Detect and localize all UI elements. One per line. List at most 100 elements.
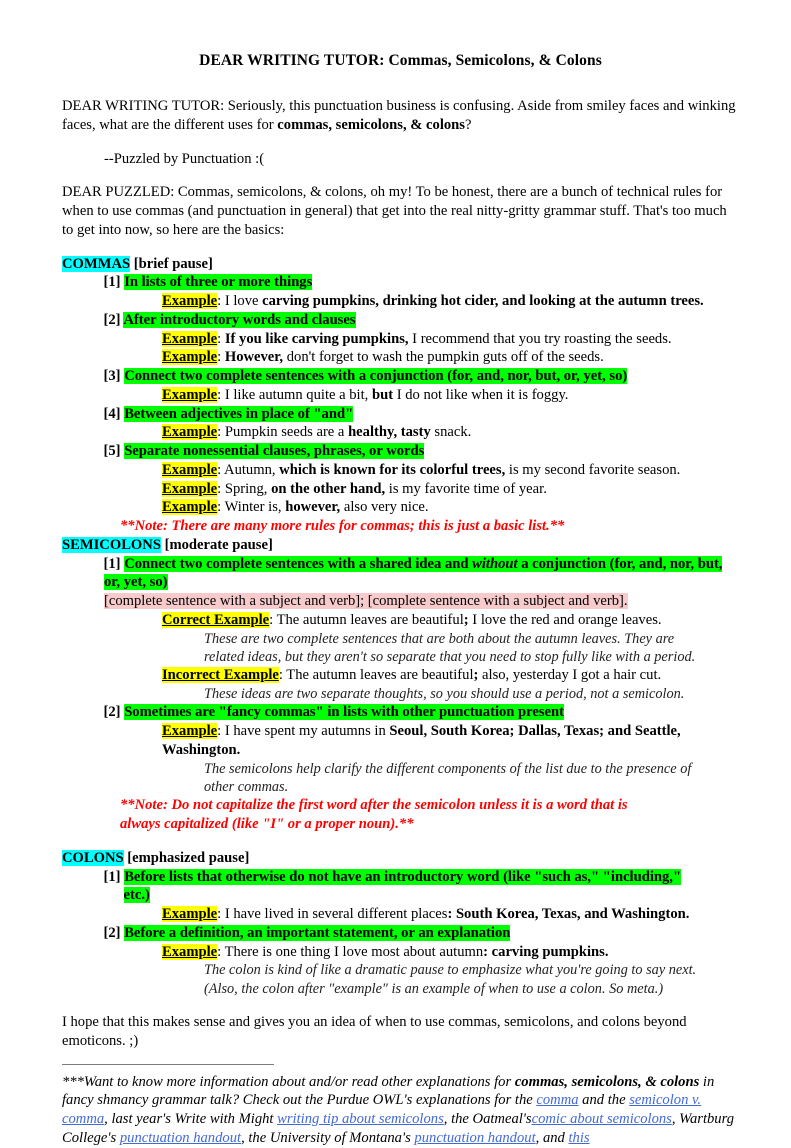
rule-text: Connect two complete sentences with a sh… [104,555,723,591]
colons-rule-2-explanation-line-1: The colon is kind of like a dramatic pau… [204,962,697,979]
example-post: is my favorite time of year. [385,480,547,497]
rule-number: [2] [103,311,121,328]
commas-rule-5-example-3: Example: Winter is, however, also very n… [62,498,739,517]
footer-seg-8: , and [535,1129,569,1146]
rule-number: [2] [103,924,121,941]
incorrect-example-label: Incorrect Example [162,667,279,684]
section-heading-commas-suffix: [brief pause] [130,255,213,272]
example-post: is my second favorite season. [505,461,681,478]
rule-text: Before a definition, an important statem… [124,924,511,941]
semicolons-formula: [complete sentence with a subject and ve… [62,592,739,611]
example-label: Example [162,723,218,740]
closing-paragraph: I hope that this makes sense and gives y… [62,1014,687,1049]
commas-rule-4-example-1: Example: Pumpkin seeds are a healthy, ta… [62,423,739,442]
correct-example-post: I love the red and orange leaves. [468,611,662,628]
intro-question: DEAR WRITING TUTOR: Seriously, this punc… [62,97,739,135]
footer-seg-7: , the University of Montana's [241,1129,415,1146]
example-post: I recommend that you try roasting the se… [408,330,672,347]
semicolons-rule-2: [2] Sometimes are "fancy commas" in list… [62,703,739,722]
commas-rule-5-example-2: Example: Spring, on the other hand, is m… [62,480,739,499]
example-bold: but [371,386,394,403]
example-pre: : I have lived in several different plac… [217,906,448,923]
rule-text: After introductory words and clauses [123,311,356,328]
semicolons-rule-2-example-cont: Washington. [62,741,739,760]
semicolons-note-line-1: **Note: Do not capitalize the first word… [120,797,628,814]
section-heading-colons: COLONS [emphasized pause] [62,849,739,868]
page-title: DEAR WRITING TUTOR: Commas, Semicolons, … [199,52,602,69]
example-label: Example [162,424,218,441]
rule-text-line-2: etc.) [123,887,150,904]
correct-example-label: Correct Example [162,611,270,628]
commas-rule-3: [3] Connect two complete sentences with … [62,367,739,386]
footer-bold-1: commas, semicolons, & colons [514,1073,700,1090]
example-post: I do not like when it is foggy. [393,386,569,403]
link-comma[interactable]: comma [536,1092,578,1108]
example-bold: however, [285,499,341,516]
intro-signature: --Puzzled by Punctuation :( [104,150,265,167]
example-label: Example [162,499,218,516]
example-pre: : Winter is, [217,499,286,516]
example-post: don't forget to wash the pumpkin guts of… [283,349,604,366]
semicolons-rule-1: [1] Connect two complete sentences with … [62,555,739,593]
footer-resources: ***Want to know more information about a… [62,1073,739,1148]
colons-rule-2-explanation-line-2: (Also, the colon after "example" is an e… [204,980,664,997]
rule-number: [4] [103,405,121,422]
example-pre: : Pumpkin seeds are a [217,424,349,441]
example-bold: carving pumpkins, drinking hot cider, an… [262,293,704,309]
section-heading-semicolons: SEMICOLONS [moderate pause] [62,536,739,555]
example-bold: on the other hand, [271,480,386,497]
rule-text: Separate nonessential clauses, phrases, … [124,443,425,459]
semicolons-correct-example: Correct Example: The autumn leaves are b… [62,611,739,630]
section-heading-colons-suffix: [emphasized pause] [123,849,250,866]
section-heading-semicolons-suffix: [moderate pause] [160,536,273,553]
commas-rule-2-example-2: Example: However, don't forget to wash t… [62,348,739,367]
link-comic-about-semicolons[interactable]: comic about semicolons [532,1111,672,1127]
example-bold-continued: Washington. [162,741,241,758]
colons-rule-2-example: Example: There is one thing I love most … [62,943,739,962]
example-label: Example [162,330,218,347]
example-bold: Seoul, South Korea; Dallas, Texas; and S… [389,723,681,740]
semicolons-correct-explanation-line-1: These are two complete sentences that ar… [204,630,675,647]
example-bold: If you like carving pumpkins, [224,330,409,347]
rule-number: [1] [103,274,121,291]
footer-seg-1: ***Want to know more information about a… [62,1073,515,1090]
rule-text: Sometimes are "fancy commas" in lists wi… [124,704,565,721]
semicolons-rule-2-explanation-line-2: other commas. [204,778,289,795]
link-this[interactable]: this [568,1130,589,1146]
link-writing-tip-about-semicolons[interactable]: writing tip about semicolons [277,1111,444,1127]
footer-seg-3: and the [578,1092,630,1109]
semicolons-rule-2-explanation-line-1: The semicolons help clarify the differen… [204,760,692,777]
rule-number: [1] [103,555,121,572]
rule-number: [2] [103,704,121,721]
example-post: also very nice. [340,499,429,516]
link-wartburg-punctuation-handout[interactable]: punctuation handout [120,1130,241,1146]
example-bold: which is known for its colorful trees, [279,461,506,478]
colons-rule-2: [2] Before a definition, an important st… [62,924,739,943]
example-bold: healthy, tasty [348,424,431,441]
example-label: Example [162,906,218,923]
commas-rule-3-example-1: Example: I like autumn quite a bit, but … [62,386,739,405]
semicolons-correct-explanation-line-2: related ideas, but they aren't so separa… [204,648,696,665]
example-bold: : carving pumpkins. [483,943,609,960]
commas-rule-1-example-1: Example: I love carving pumpkins, drinki… [62,292,739,311]
section-heading-commas: COMMAS [brief pause] [62,255,739,274]
example-bold: : South Korea, Texas, and Washington. [447,906,690,923]
link-montana-punctuation-handout[interactable]: punctuation handout [414,1130,535,1146]
rule-number: [5] [103,443,121,459]
example-pre: : Autumn, [217,461,280,478]
rule-text-italic: without [472,555,518,572]
semicolons-formula-text: [complete sentence with a subject and ve… [104,593,628,609]
example-label: Example [162,943,218,960]
example-label: Example [162,461,218,478]
semicolons-incorrect-example: Incorrect Example: The autumn leaves are… [62,666,739,685]
commas-rule-1: [1] In lists of three or more things [62,273,739,292]
correct-example-pre: : The autumn leaves are beautiful [269,611,464,628]
example-label: Example [162,293,218,309]
example-pre: : I like autumn quite a bit, [217,386,372,403]
example-pre: : [217,349,225,366]
example-pre: : Spring, [217,480,272,497]
commas-rule-4: [4] Between adjectives in place of "and" [62,405,739,424]
rule-number: [3] [103,368,121,384]
intro-answer: DEAR PUZZLED: Commas, semicolons, & colo… [62,184,727,238]
intro-question-bold: commas, semicolons, & colons [277,116,465,133]
